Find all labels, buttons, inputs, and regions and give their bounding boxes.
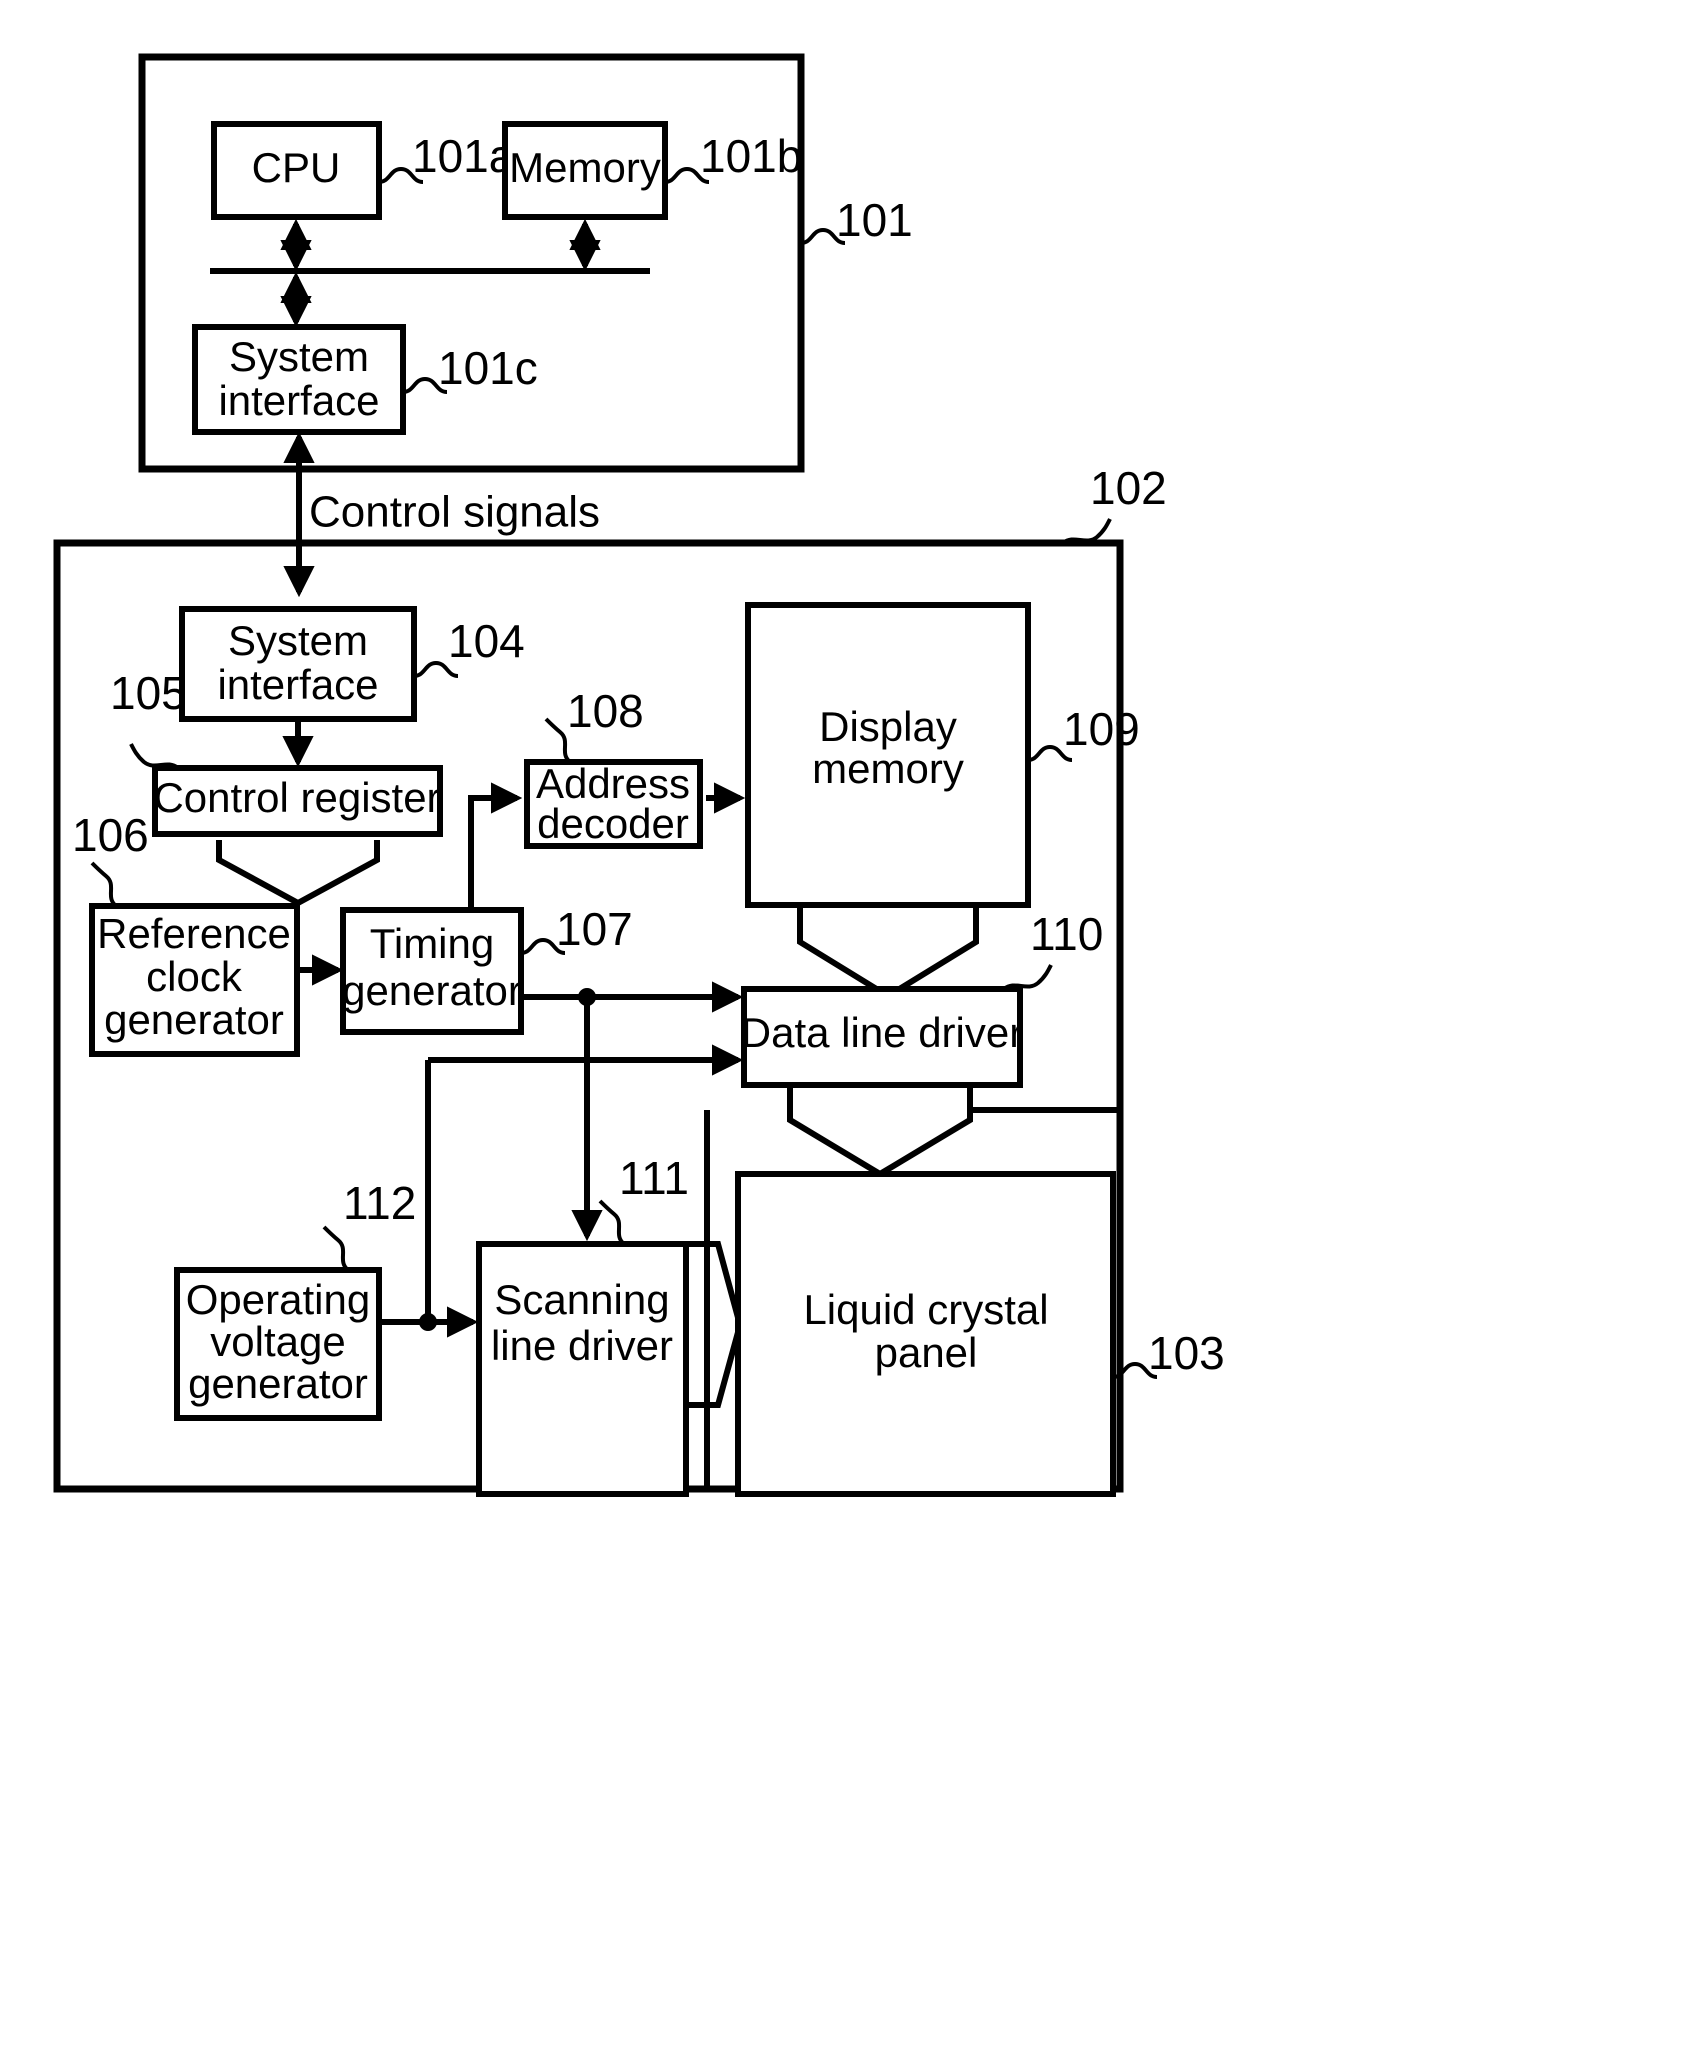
block-diagram-canvas: 101 CPU 101a Memory 101b System interfac… [53,53,1225,1497]
figure-root: 101 CPU 101a Memory 101b System interfac… [0,0,1685,2062]
ref-111: 111 [619,1152,689,1204]
ctrlreg-bus-chevron [216,840,380,907]
operating-voltage-generator-label-line2: voltage [210,1318,345,1365]
scanning-bus-chevron [686,1241,744,1408]
data-line-driver-label: Data line driver [741,1009,1023,1056]
cpu-label: CPU [252,144,341,191]
scanning-line-driver-label-line1-b: Scanning [494,1276,669,1323]
ref-101c: 101c [438,342,538,394]
ref-106: 106 [72,809,149,861]
liquid-crystal-panel-label-line1: Liquid crystal [803,1286,1048,1333]
ref-103: 103 [1148,1327,1225,1379]
ref-102: 102 [1090,462,1167,514]
reference-clock-generator-label-line3: generator [104,996,284,1043]
ref-110: 110 [1030,908,1103,960]
ref-109: 109 [1063,703,1140,755]
operating-voltage-generator-label-line3: generator [188,1360,368,1407]
reference-clock-generator-label-line2: clock [146,953,243,1000]
system-interface-label-line1: System [228,617,368,664]
address-decoder-label-line2: decoder [537,800,689,847]
junction-dot-opvolt [419,1313,437,1331]
leader-110 [1002,964,1053,991]
control-register-label: Control register [153,774,440,821]
leader-111 [598,1199,626,1246]
ref-101b: 101b [700,130,802,182]
dispmem-bus-chevron [797,908,979,1000]
system-interface-label-line2: interface [217,661,378,708]
leader-102 [1061,518,1112,545]
ref-112: 112 [343,1177,416,1229]
ref-108: 108 [567,685,644,737]
memory-label: Memory [509,144,661,191]
liquid-crystal-panel-label-line2: panel [875,1329,978,1376]
ref-104: 104 [448,615,525,667]
control-signals-label: Control signals [309,488,600,537]
operating-voltage-generator-label-line1: Operating [186,1276,370,1323]
ref-101a: 101a [412,130,515,182]
dataline-bus-chevron [787,1088,973,1178]
timing-generator-label-line2: generator [342,967,522,1014]
timing-to-address-decoder-wire [468,782,523,910]
scanning-line-driver-label-line2-b: line driver [491,1322,673,1369]
leader-112 [322,1225,350,1272]
ref-105: 105 [110,667,187,719]
host-system-interface-label-line2: interface [218,377,379,424]
leader-106 [90,861,118,908]
host-system-interface-label-line1: System [229,333,369,380]
reference-clock-generator-label-line1: Reference [97,910,291,957]
leader-105 [129,743,180,770]
display-memory-label-line1: Display [819,703,957,750]
timing-generator-label-line1: Timing [370,920,494,967]
ref-107: 107 [556,903,633,955]
display-memory-label-line2: memory [812,745,964,792]
ref-101: 101 [836,194,913,246]
